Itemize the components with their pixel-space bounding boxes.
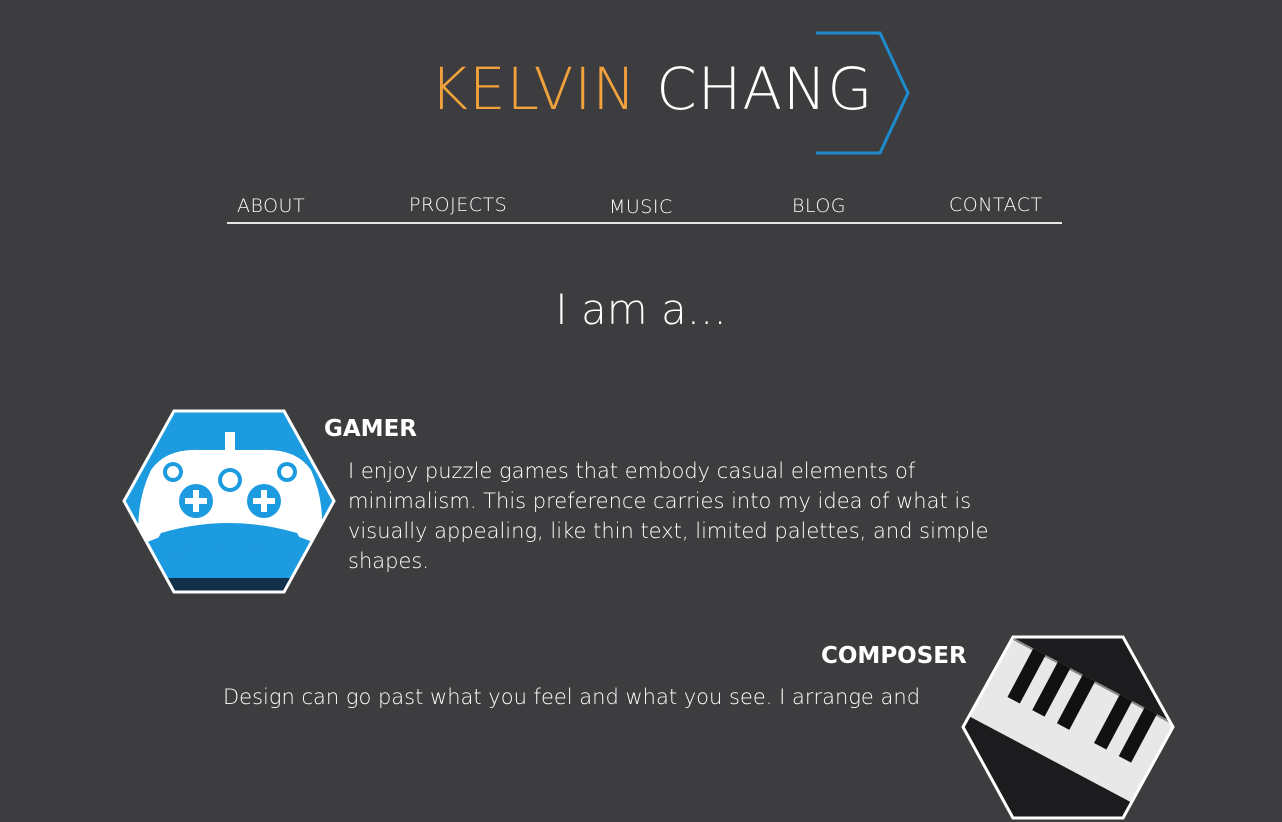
- role-description-gamer: I enjoy puzzle games that embody casual …: [348, 459, 989, 573]
- role-description-composer: Design can go past what you feel and wha…: [223, 685, 921, 709]
- nav-music[interactable]: MUSIC: [609, 196, 673, 218]
- page-headline: I am a...: [555, 285, 727, 334]
- site-logo[interactable]: KELVIN CHANG: [430, 60, 873, 118]
- logo-first-name: KELVIN: [430, 55, 637, 123]
- game-controller-icon: [122, 409, 336, 594]
- nav-blog[interactable]: BLOG: [792, 195, 846, 217]
- nav-about[interactable]: ABOUT: [237, 195, 305, 217]
- nav-projects[interactable]: PROJECTS: [409, 194, 507, 216]
- role-title-gamer: GAMER: [324, 416, 417, 442]
- main-nav: ABOUT PROJECTS MUSIC BLOG CONTACT: [227, 190, 1062, 224]
- piano-keys-icon: [961, 635, 1175, 820]
- role-title-composer: COMPOSER: [821, 643, 967, 669]
- logo-bracket-icon: [816, 31, 910, 155]
- nav-contact[interactable]: CONTACT: [949, 194, 1043, 216]
